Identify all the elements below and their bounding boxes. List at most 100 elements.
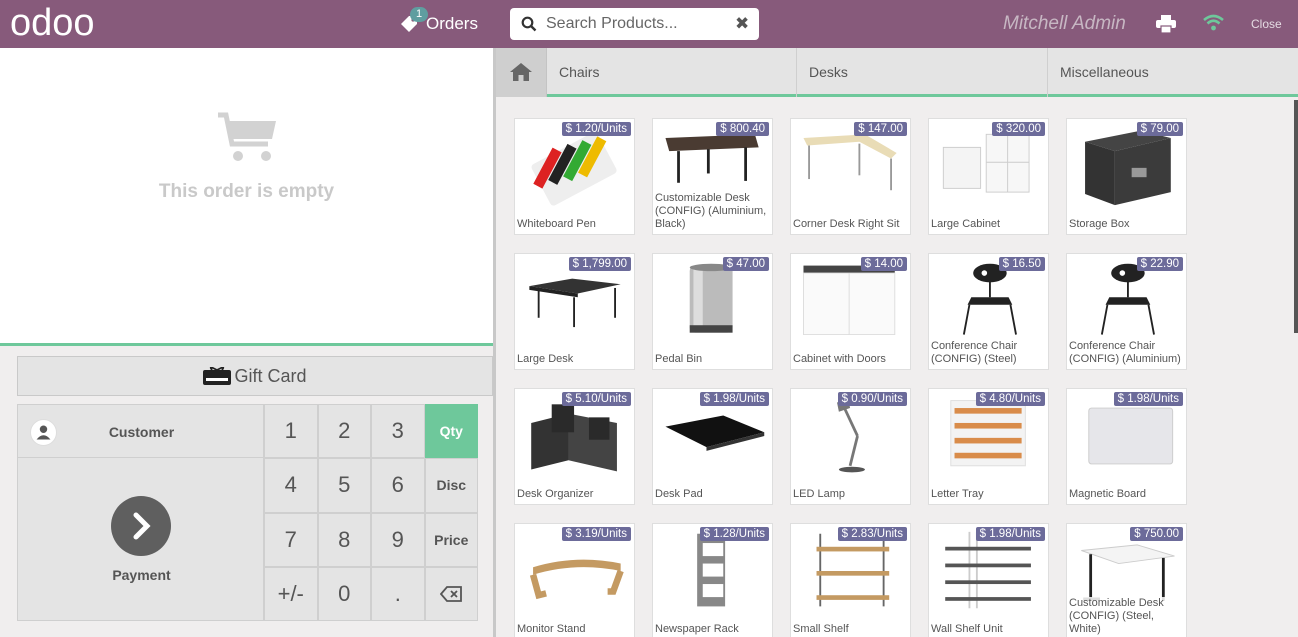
product-price-tag: $ 2.83/Units <box>837 527 907 541</box>
product-card[interactable]: $ 14.00 Cabinet with Doors <box>790 253 911 370</box>
payment-button[interactable]: Payment <box>17 458 264 621</box>
product-card[interactable]: $ 2.83/Units Small Shelf <box>790 523 911 637</box>
product-card[interactable]: $ 1.28/Units Newspaper Rack <box>652 523 773 637</box>
digit-2-key[interactable]: 2 <box>317 404 371 459</box>
product-card[interactable]: $ 3.19/Units Monitor Stand <box>514 523 635 637</box>
product-card[interactable]: $ 1,799.00 Large Desk <box>514 253 635 370</box>
product-card[interactable]: $ 1.98/Units Desk Pad <box>652 388 773 505</box>
sign-toggle-key[interactable]: +/- <box>264 566 318 621</box>
product-name: Customizable Desk (CONFIG) (Aluminium, B… <box>655 192 770 231</box>
close-button[interactable]: Close <box>1251 17 1282 31</box>
digit-3-key[interactable]: 3 <box>371 404 425 459</box>
product-price-tag: $ 1.98/Units <box>699 392 769 406</box>
mode-price-button[interactable]: Price <box>424 512 478 567</box>
home-category-button[interactable] <box>496 48 547 97</box>
digit-5-key[interactable]: 5 <box>317 458 371 513</box>
product-card[interactable]: $ 79.00 Storage Box <box>1066 118 1187 235</box>
product-name: Desk Organizer <box>517 488 632 501</box>
product-name: Wall Shelf Unit <box>931 623 1046 636</box>
product-name: Conference Chair (CONFIG) (Steel) <box>931 340 1046 366</box>
product-card[interactable]: $ 16.50 Conference Chair (CONFIG) (Steel) <box>928 253 1049 370</box>
printer-icon[interactable] <box>1156 15 1176 33</box>
digit-9-key[interactable]: 9 <box>371 512 425 567</box>
category-chairs[interactable]: Chairs <box>547 48 797 97</box>
product-price-tag: $ 320.00 <box>992 122 1045 136</box>
orders-button[interactable]: 1 Orders <box>398 7 478 38</box>
top-bar: odoo 1 Orders ✖ Mitchell Admin Close <box>0 0 1298 48</box>
product-price-tag: $ 1.28/Units <box>699 527 769 541</box>
desk-pad-image <box>665 415 765 451</box>
large-desk-image <box>529 278 621 328</box>
product-name: LED Lamp <box>793 488 908 501</box>
product-price-tag: $ 79.00 <box>1136 122 1183 136</box>
letter-tray-image <box>950 400 1026 467</box>
pedal-bin-image <box>689 263 733 333</box>
monitor-stand-image <box>529 559 624 600</box>
gift-card-button[interactable]: Gift Card <box>17 356 493 396</box>
product-name: Large Desk <box>517 353 632 366</box>
product-price-tag: $ 1.98/Units <box>1113 392 1183 406</box>
category-miscellaneous[interactable]: Miscellaneous <box>1048 48 1298 97</box>
product-name: Newspaper Rack <box>655 623 770 636</box>
category-desks[interactable]: Desks <box>797 48 1048 97</box>
customer-label: Customer <box>108 424 175 440</box>
customer-button[interactable]: Customer <box>17 404 264 458</box>
cart-icon <box>218 112 276 161</box>
clear-search-icon[interactable]: ✖ <box>735 14 749 34</box>
chair-image <box>962 263 1017 335</box>
payment-arrow-icon <box>111 496 171 556</box>
product-card[interactable]: $ 0.90/Units LED Lamp <box>790 388 911 505</box>
product-price-tag: $ 1.20/Units <box>561 122 631 136</box>
search-input[interactable] <box>546 12 726 36</box>
small-shelf-image <box>816 533 890 607</box>
product-price-tag: $ 16.50 <box>998 257 1045 271</box>
digit-8-key[interactable]: 8 <box>317 512 371 567</box>
decimal-key[interactable]: . <box>371 566 425 621</box>
storage-box-image <box>1085 130 1171 206</box>
lamp-image <box>837 398 865 473</box>
order-panel: This order is empty <box>0 48 493 346</box>
product-price-tag: $ 1,799.00 <box>568 257 631 271</box>
mode-qty-button[interactable]: Qty <box>424 404 478 459</box>
product-card[interactable]: $ 800.40 Customizable Desk (CONFIG) (Alum… <box>652 118 773 235</box>
backspace-key[interactable] <box>424 566 478 621</box>
product-card[interactable]: $ 1.20/Units Whiteboard Pen <box>514 118 635 235</box>
mode-disc-button[interactable]: Disc <box>424 458 478 513</box>
product-price-tag: $ 1.98/Units <box>975 527 1045 541</box>
product-card[interactable]: $ 1.98/Units Magnetic Board <box>1066 388 1187 505</box>
product-name: Magnetic Board <box>1069 488 1184 501</box>
product-card[interactable]: $ 4.80/Units Letter Tray <box>928 388 1049 505</box>
digit-1-key[interactable]: 1 <box>264 404 318 459</box>
product-price-tag: $ 800.40 <box>716 122 769 136</box>
product-name: Conference Chair (CONFIG) (Aluminium) <box>1069 340 1184 366</box>
digit-0-key[interactable]: 0 <box>317 566 371 621</box>
digit-4-key[interactable]: 4 <box>264 458 318 513</box>
search-icon <box>521 16 537 32</box>
orders-label: Orders <box>426 14 478 33</box>
whiteboard-pen-image <box>531 132 617 206</box>
product-card[interactable]: $ 1.98/Units Wall Shelf Unit <box>928 523 1049 637</box>
empty-order-message: This order is empty <box>158 181 335 202</box>
product-card[interactable]: $ 47.00 Pedal Bin <box>652 253 773 370</box>
numpad-area: Customer Payment 1 2 3 Qty 4 5 6 Disc 7 8 9 Price +/… <box>17 404 478 621</box>
cashier-name[interactable]: Mitchell Admin <box>1003 13 1126 35</box>
product-card[interactable]: $ 5.10/Units Desk Organizer <box>514 388 635 505</box>
orders-count-badge: 1 <box>410 7 428 22</box>
product-price-tag: $ 14.00 <box>860 257 907 271</box>
product-price-tag: $ 5.10/Units <box>561 392 631 406</box>
product-card[interactable]: $ 750.00 Customizable Desk (CONFIG) (Stee… <box>1066 523 1187 637</box>
product-card[interactable]: $ 22.90 Conference Chair (CONFIG) (Alumin… <box>1066 253 1187 370</box>
digit-6-key[interactable]: 6 <box>371 458 425 513</box>
rack-image <box>697 533 726 607</box>
product-name: Cabinet with Doors <box>793 353 908 366</box>
wall-shelf-image <box>945 531 1031 609</box>
product-grid-scrollbar[interactable] <box>1294 100 1298 333</box>
wifi-icon[interactable] <box>1203 14 1224 32</box>
product-card[interactable]: $ 320.00 Large Cabinet <box>928 118 1049 235</box>
corner-desk-image <box>803 134 897 191</box>
category-bar: Chairs Desks Miscellaneous <box>496 48 1298 97</box>
digit-7-key[interactable]: 7 <box>264 512 318 567</box>
product-price-tag: $ 4.80/Units <box>975 392 1045 406</box>
product-card[interactable]: $ 147.00 Corner Desk Right Sit <box>790 118 911 235</box>
product-name: Monitor Stand <box>517 623 632 636</box>
